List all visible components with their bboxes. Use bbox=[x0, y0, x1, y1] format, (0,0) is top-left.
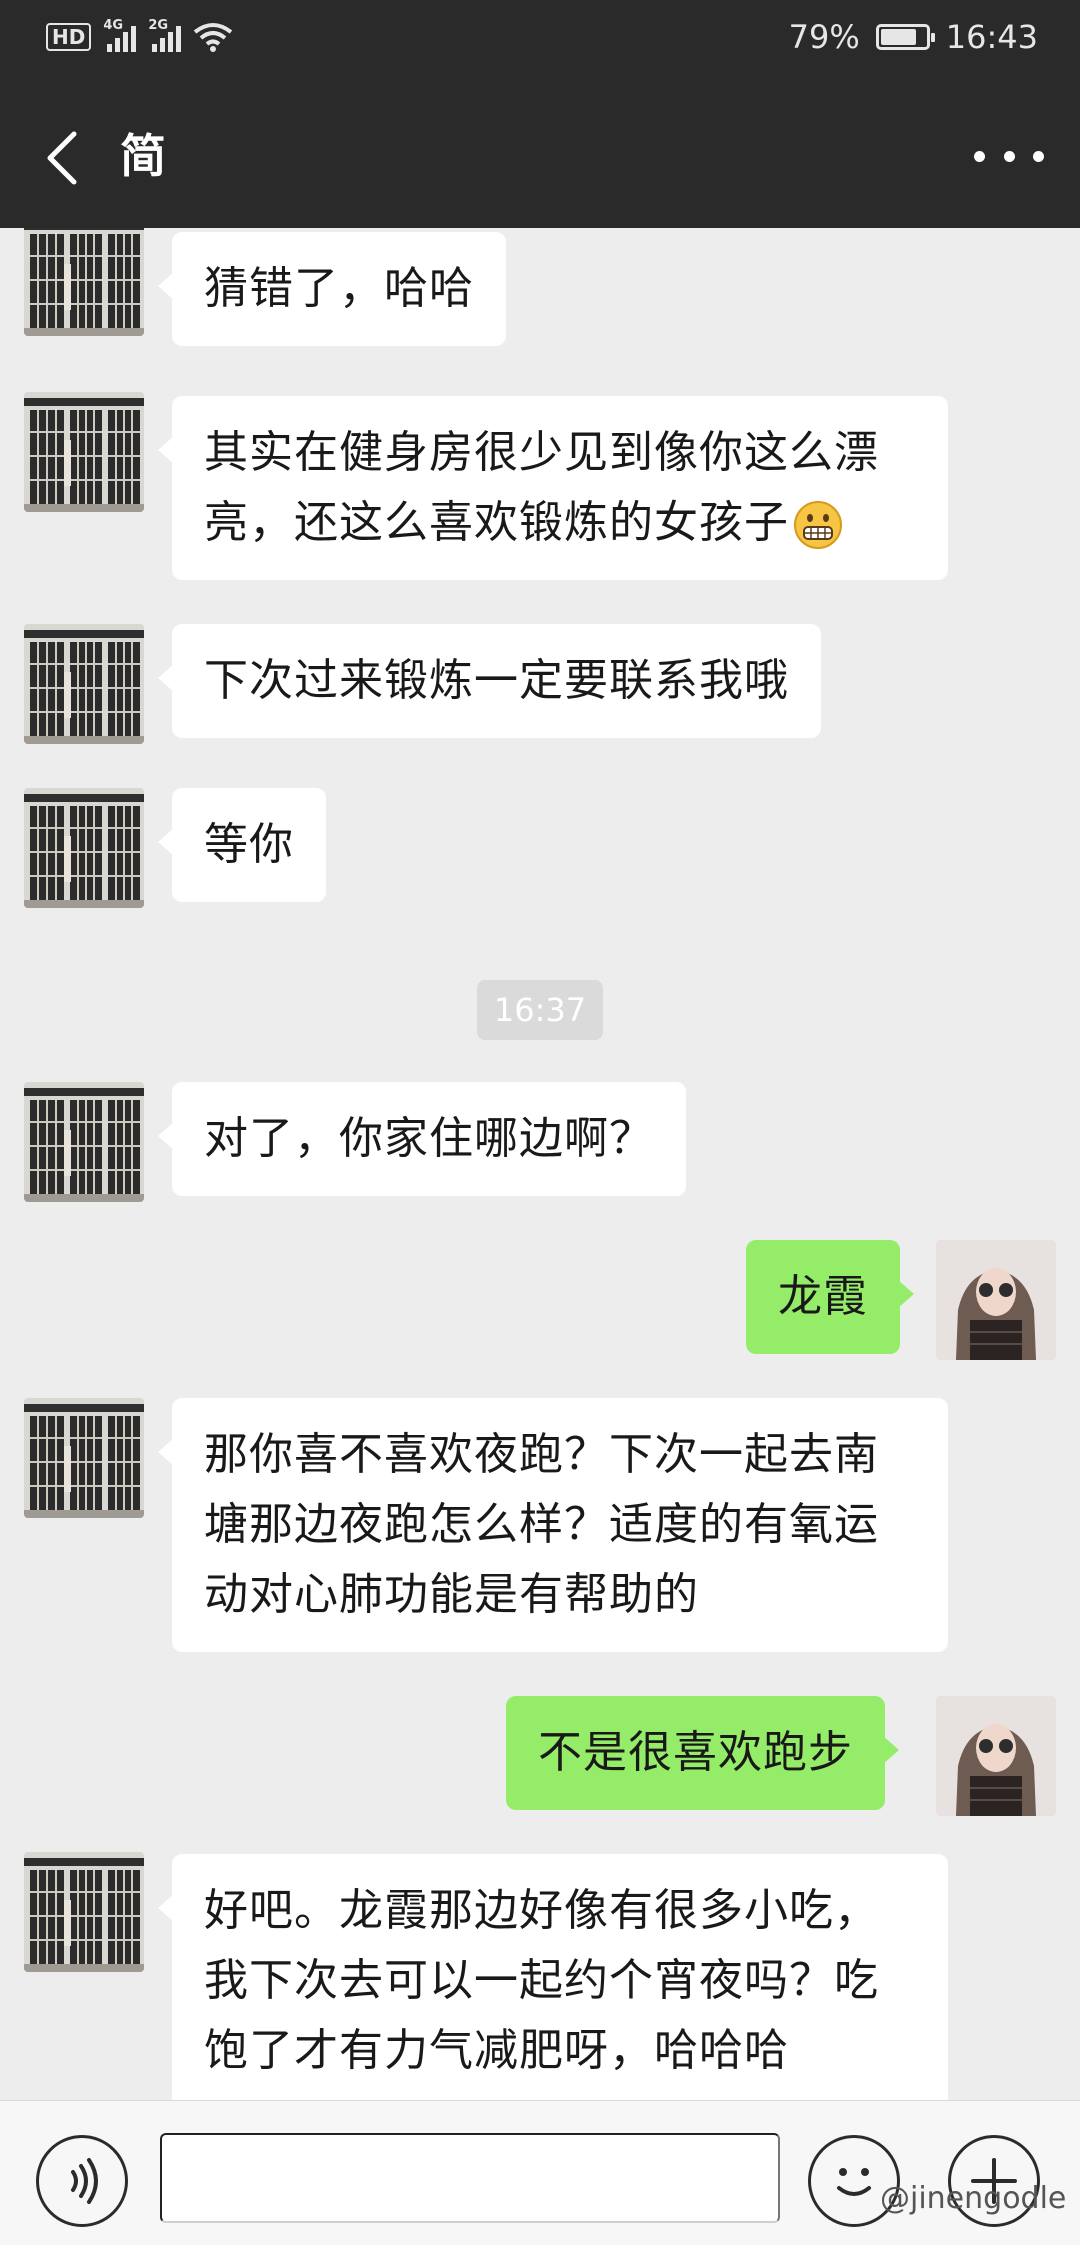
grimace-emoji-icon bbox=[794, 501, 842, 549]
contact-avatar[interactable] bbox=[24, 788, 144, 908]
status-left: HD 4G 2G bbox=[46, 18, 233, 52]
status-bar: HD 4G 2G 79% 16:43 bbox=[0, 0, 1080, 86]
more-options-button[interactable] bbox=[974, 128, 1044, 184]
message-bubble-incoming[interactable]: 其实在健身房很少见到像你这么漂亮，还这么喜欢锻炼的女孩子 bbox=[158, 396, 948, 580]
battery-icon bbox=[875, 24, 935, 50]
battery-percent: 79% bbox=[788, 18, 860, 56]
watermark: @jinengodle bbox=[880, 2181, 1066, 2216]
status-right: 79% 16:43 bbox=[789, 18, 1038, 56]
message-bubble-incoming[interactable]: 那你喜不喜欢夜跑？下次一起去南塘那边夜跑怎么样？适度的有氧运动对心肺功能是有帮助… bbox=[158, 1398, 948, 1652]
message-text: 好吧。龙霞那边好像有很多小吃，我下次去可以一起约个宵夜吗？吃饱了才有力气减肥呀，… bbox=[204, 1885, 879, 2076]
message-bubble-incoming[interactable]: 等你 bbox=[158, 788, 326, 902]
contact-avatar[interactable] bbox=[24, 228, 144, 336]
contact-avatar[interactable] bbox=[24, 1852, 144, 1972]
signal-icon: 4G bbox=[103, 18, 137, 52]
network-label-2: 2G bbox=[148, 18, 169, 33]
chat-timestamp: 16:37 bbox=[477, 980, 603, 1040]
message-text: 对了，你家住哪边啊？ bbox=[204, 1113, 654, 1164]
contact-avatar[interactable] bbox=[24, 1082, 144, 1202]
voice-icon bbox=[71, 2158, 98, 2204]
contact-name: 简 bbox=[120, 129, 168, 183]
message-text: 下次过来锻炼一定要联系我哦 bbox=[204, 655, 789, 706]
chat-header: 简 bbox=[0, 86, 1080, 228]
clock: 16:43 bbox=[945, 18, 1038, 56]
my-avatar[interactable] bbox=[936, 1240, 1056, 1360]
hd-badge: HD bbox=[46, 23, 92, 51]
message-text: 猜错了，哈哈 bbox=[204, 263, 474, 314]
message-text: 那你喜不喜欢夜跑？下次一起去南塘那边夜跑怎么样？适度的有氧运动对心肺功能是有帮助… bbox=[204, 1429, 879, 1620]
signal-icon-2: 2G bbox=[148, 18, 182, 52]
message-bubble-incoming[interactable]: 对了，你家住哪边啊？ bbox=[158, 1082, 686, 1196]
message-bubble-outgoing[interactable]: 不是很喜欢跑步 bbox=[506, 1696, 899, 1810]
message-input[interactable] bbox=[160, 2133, 780, 2223]
back-arrow-icon[interactable] bbox=[40, 130, 88, 186]
message-bubble-incoming[interactable]: 好吧。龙霞那边好像有很多小吃，我下次去可以一起约个宵夜吗？吃饱了才有力气减肥呀，… bbox=[158, 1854, 948, 2100]
message-text: 等你 bbox=[204, 819, 294, 870]
contact-avatar[interactable] bbox=[24, 1398, 144, 1518]
chat-area[interactable]: 猜错了，哈哈 其实在健身房很少见到像你这么漂亮，还这么喜欢锻炼的女孩子 下次过来… bbox=[0, 228, 1080, 2100]
input-bar: @jinengodle bbox=[0, 2100, 1080, 2245]
contact-avatar[interactable] bbox=[24, 624, 144, 744]
message-bubble-incoming[interactable]: 下次过来锻炼一定要联系我哦 bbox=[158, 624, 821, 738]
message-bubble-outgoing[interactable]: 龙霞 bbox=[746, 1240, 914, 1354]
message-text: 不是很喜欢跑步 bbox=[538, 1727, 853, 1778]
network-label-1: 4G bbox=[103, 18, 124, 33]
contact-avatar[interactable] bbox=[24, 392, 144, 512]
wifi-icon bbox=[194, 23, 233, 52]
message-text: 其实在健身房很少见到像你这么漂亮，还这么喜欢锻炼的女孩子 bbox=[204, 427, 879, 548]
message-text: 龙霞 bbox=[778, 1271, 868, 1322]
voice-input-button[interactable] bbox=[36, 2135, 128, 2227]
watermark-text: @jinengodle bbox=[880, 2181, 1067, 2216]
my-avatar[interactable] bbox=[936, 1696, 1056, 1816]
message-bubble-incoming[interactable]: 猜错了，哈哈 bbox=[158, 232, 506, 346]
